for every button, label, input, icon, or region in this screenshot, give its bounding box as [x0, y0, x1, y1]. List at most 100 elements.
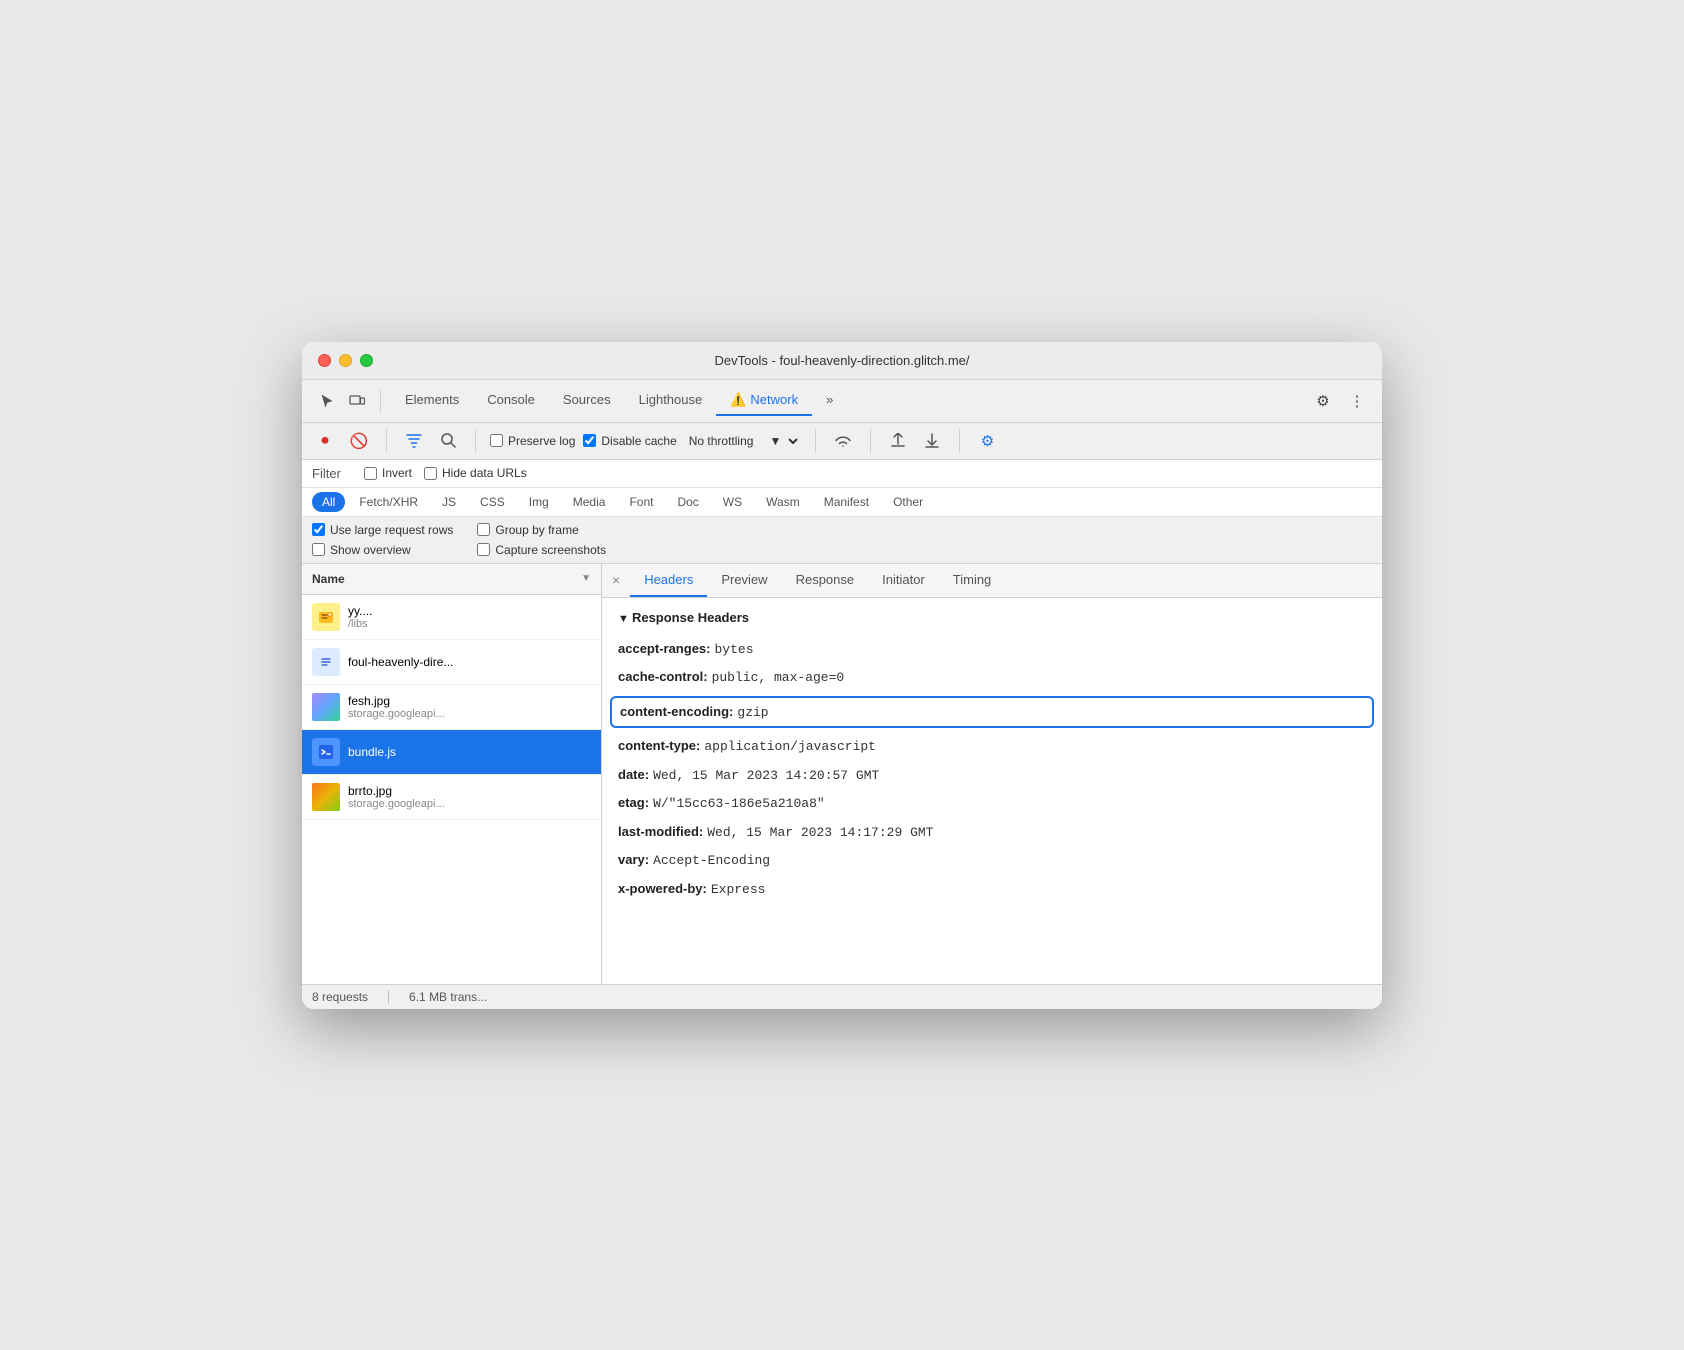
invert-checkbox[interactable]: [364, 467, 377, 480]
use-large-rows-label[interactable]: Use large request rows: [312, 523, 453, 537]
tab-elements[interactable]: Elements: [391, 386, 473, 415]
list-item[interactable]: foul-heavenly-dire...: [302, 640, 601, 685]
filter-img[interactable]: Img: [519, 492, 559, 512]
separator5: [870, 429, 871, 453]
header-value: Express: [711, 880, 766, 900]
filter-font[interactable]: Font: [619, 492, 663, 512]
close-button[interactable]: [318, 354, 331, 367]
filter-other[interactable]: Other: [883, 492, 933, 512]
filter-manifest[interactable]: Manifest: [814, 492, 879, 512]
preserve-log-label[interactable]: Preserve log: [490, 434, 575, 448]
network-toolbar: ⏺ 🚫 Preserve log Disable ca: [302, 423, 1382, 460]
invert-label[interactable]: Invert: [364, 466, 412, 480]
filter-bar: Filter Invert Hide data URLs: [302, 460, 1382, 488]
file-sub: storage.googleapi...: [348, 798, 445, 810]
toolbar-right: ⚙ ⋮: [1310, 388, 1370, 414]
list-item[interactable]: yy.... /libs: [302, 595, 601, 640]
clear-button[interactable]: 🚫: [346, 428, 372, 454]
filter-css[interactable]: CSS: [470, 492, 515, 512]
window-title: DevTools - foul-heavenly-direction.glitc…: [714, 353, 969, 368]
file-list: Name ▼ yy.... /libs: [302, 564, 602, 984]
file-icon-img2: [312, 783, 340, 811]
use-large-rows-checkbox[interactable]: [312, 523, 325, 536]
show-overview-checkbox[interactable]: [312, 543, 325, 556]
filter-ws[interactable]: WS: [713, 492, 752, 512]
detail-panel: × Headers Preview Response Initiator Tim…: [602, 564, 1382, 984]
file-info: yy.... /libs: [348, 604, 372, 630]
filter-checkboxes: Invert Hide data URLs: [364, 466, 527, 480]
filter-doc[interactable]: Doc: [667, 492, 708, 512]
capture-screenshots-label[interactable]: Capture screenshots: [477, 543, 606, 557]
header-value: gzip: [737, 703, 768, 723]
header-key: etag:: [618, 793, 649, 813]
device-toggle-icon[interactable]: [344, 388, 370, 414]
filter-icon[interactable]: [401, 428, 427, 454]
options-bar: Use large request rows Show overview Gro…: [302, 517, 1382, 564]
filter-fetch-xhr[interactable]: Fetch/XHR: [349, 492, 428, 512]
settings2-icon[interactable]: ⚙: [974, 428, 1000, 454]
more-options-icon[interactable]: ⋮: [1344, 388, 1370, 414]
tab-response[interactable]: Response: [782, 564, 869, 597]
filter-label: Filter: [312, 466, 348, 481]
filter-all[interactable]: All: [312, 492, 345, 512]
settings-icon[interactable]: ⚙: [1310, 388, 1336, 414]
detail-tabs: × Headers Preview Response Initiator Tim…: [602, 564, 1382, 598]
separator: [380, 389, 381, 413]
filter-media[interactable]: Media: [563, 492, 616, 512]
header-row: cache-control: public, max-age=0: [618, 663, 1366, 692]
header-key: cache-control:: [618, 667, 708, 687]
file-info: brrto.jpg storage.googleapi...: [348, 784, 445, 810]
separator6: [959, 429, 960, 453]
header-key: content-type:: [618, 736, 700, 756]
separator3: [475, 429, 476, 453]
download-icon[interactable]: [919, 428, 945, 454]
wifi-icon[interactable]: [830, 428, 856, 454]
disable-cache-checkbox[interactable]: [583, 434, 596, 447]
tab-console[interactable]: Console: [473, 386, 549, 415]
header-row: content-encoding: gzip: [610, 696, 1374, 729]
header-row: x-powered-by: Express: [618, 875, 1366, 904]
file-icon-libs: [312, 603, 340, 631]
top-toolbar: Elements Console Sources Lighthouse ⚠️Ne…: [302, 380, 1382, 423]
disable-cache-label[interactable]: Disable cache: [583, 434, 676, 448]
header-key: last-modified:: [618, 822, 703, 842]
header-key: date:: [618, 765, 649, 785]
upload-icon[interactable]: [885, 428, 911, 454]
tab-network[interactable]: ⚠️Network: [716, 386, 812, 416]
cursor-icon[interactable]: [314, 388, 340, 414]
group-by-frame-checkbox[interactable]: [477, 523, 490, 536]
tab-timing[interactable]: Timing: [939, 564, 1006, 597]
sort-arrow[interactable]: ▼: [581, 573, 591, 584]
list-item[interactable]: bundle.js: [302, 730, 601, 775]
tab-more[interactable]: »: [812, 386, 847, 415]
header-key: x-powered-by:: [618, 879, 707, 899]
list-item[interactable]: fesh.jpg storage.googleapi...: [302, 685, 601, 730]
tab-headers[interactable]: Headers: [630, 564, 707, 597]
search-icon[interactable]: [435, 428, 461, 454]
header-value: Wed, 15 Mar 2023 14:17:29 GMT: [707, 823, 933, 843]
hide-data-urls-label[interactable]: Hide data URLs: [424, 466, 527, 480]
record-button[interactable]: ⏺: [312, 428, 338, 454]
filter-js[interactable]: JS: [432, 492, 466, 512]
capture-screenshots-checkbox[interactable]: [477, 543, 490, 556]
maximize-button[interactable]: [360, 354, 373, 367]
file-icon-img1: [312, 693, 340, 721]
show-overview-label[interactable]: Show overview: [312, 543, 453, 557]
main-content: Name ▼ yy.... /libs: [302, 564, 1382, 984]
close-detail-icon[interactable]: ×: [612, 564, 620, 596]
throttle-select[interactable]: ▼: [761, 431, 801, 451]
minimize-button[interactable]: [339, 354, 352, 367]
filter-wasm[interactable]: Wasm: [756, 492, 810, 512]
detail-content: Response Headers accept-ranges: bytescac…: [602, 598, 1382, 984]
statusbar: 8 requests 6.1 MB trans...: [302, 984, 1382, 1009]
tab-initiator[interactable]: Initiator: [868, 564, 939, 597]
file-name: fesh.jpg: [348, 694, 445, 708]
tab-preview[interactable]: Preview: [707, 564, 781, 597]
list-item[interactable]: brrto.jpg storage.googleapi...: [302, 775, 601, 820]
tab-lighthouse[interactable]: Lighthouse: [625, 386, 717, 415]
preserve-log-checkbox[interactable]: [490, 434, 503, 447]
group-by-frame-label[interactable]: Group by frame: [477, 523, 606, 537]
hide-data-urls-checkbox[interactable]: [424, 467, 437, 480]
file-list-header: Name ▼: [302, 564, 601, 595]
tab-sources[interactable]: Sources: [549, 386, 625, 415]
